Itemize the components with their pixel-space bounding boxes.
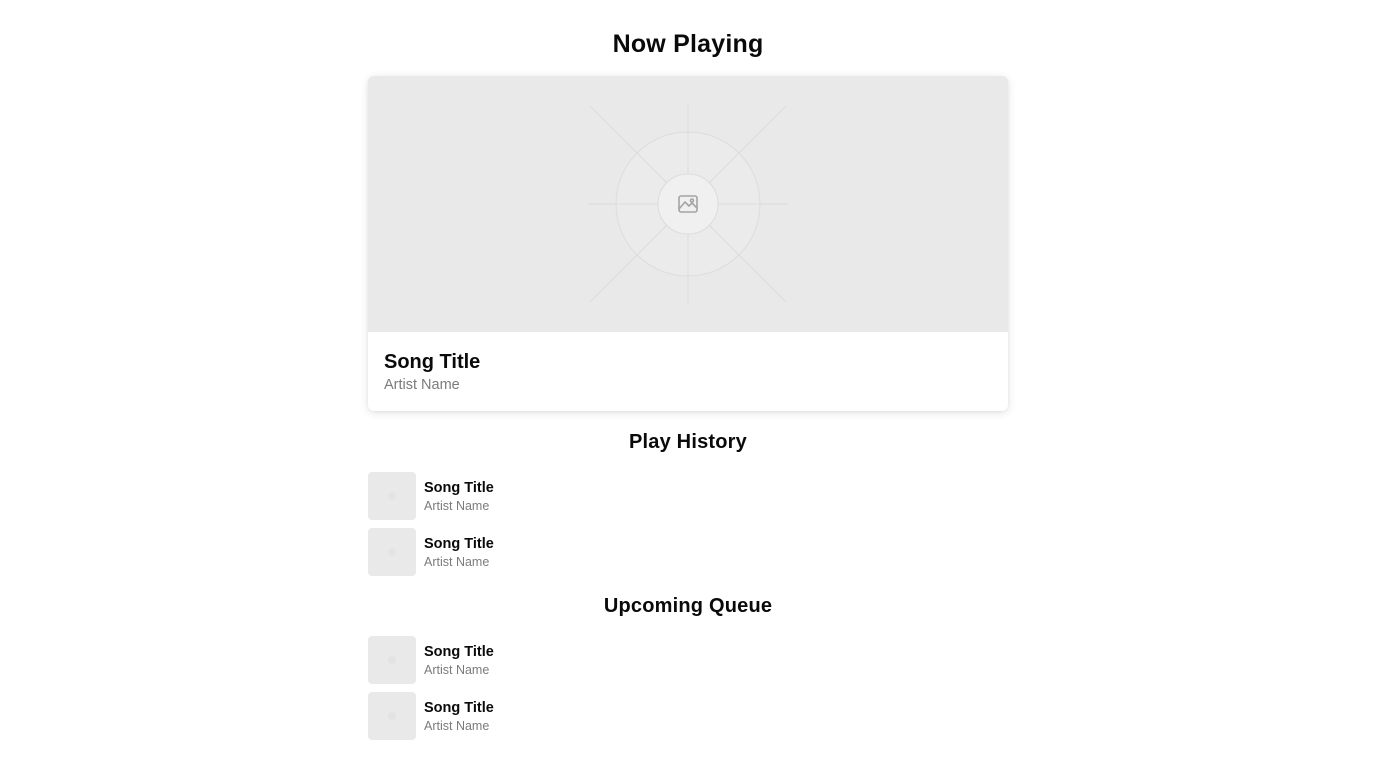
now-playing-card[interactable]: Song Title Artist Name [368,76,1008,411]
now-playing-info: Song Title Artist Name [384,350,480,394]
track-thumbnail [368,472,416,520]
queue-track-item[interactable]: Song Title Artist Name [368,636,1008,684]
now-playing-artist-name: Artist Name [384,377,460,393]
track-title: Song Title [424,644,494,660]
track-artist: Artist Name [424,719,490,733]
upcoming-queue-heading: Upcoming Queue [603,595,773,617]
album-cover-placeholder [368,76,1008,332]
track-thumbnail [368,692,416,740]
history-track-item[interactable]: Song Title Artist Name [368,528,1008,576]
track-artist: Artist Name [424,499,490,513]
play-history-list: Song Title Artist Name Song Title Artist… [368,472,1008,584]
track-title: Song Title [424,700,494,716]
now-playing-heading: Now Playing [612,30,764,58]
track-title: Song Title [424,480,494,496]
history-track-item[interactable]: Song Title Artist Name [368,472,1008,520]
track-artist: Artist Name [424,555,490,569]
queue-track-item[interactable]: Song Title Artist Name [368,692,1008,740]
music-player-page: Now Playing Song Title Artist Name Play … [0,0,1376,768]
track-title: Song Title [424,536,494,552]
cover-placeholder-graphic [588,104,788,304]
play-history-heading: Play History [628,431,747,453]
track-thumbnail [368,528,416,576]
track-thumbnail [368,636,416,684]
track-artist: Artist Name [424,663,490,677]
now-playing-song-title: Song Title [384,351,481,373]
upcoming-queue-list: Song Title Artist Name Song Title Artist… [368,636,1008,748]
